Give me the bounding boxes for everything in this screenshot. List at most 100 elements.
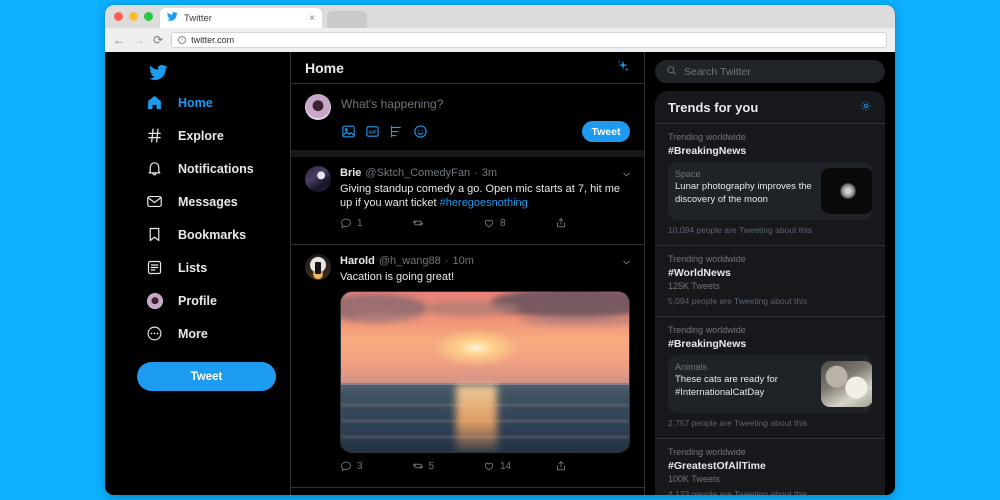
sidebar-item-notifications[interactable]: Notifications [145, 152, 290, 185]
trend-hashtag[interactable]: #BreakingNews [668, 337, 872, 351]
trend-card[interactable]: Space Lunar photography improves the dis… [668, 162, 872, 220]
right-sidebar: Search Twitter Trends for you Trending w… [645, 52, 895, 495]
gear-icon[interactable] [860, 100, 872, 115]
trend-card-category: Animals [675, 362, 708, 372]
new-tab-button[interactable] [327, 11, 367, 28]
tweet-author-handle[interactable]: @Sktch_ComedyFan [365, 166, 470, 180]
sidebar-item-label: Messages [178, 194, 238, 209]
close-window-button[interactable] [114, 12, 123, 21]
list-item[interactable]: Trending worldwide #BreakingNews Animals… [655, 316, 885, 438]
browser-tab[interactable]: Twitter × [160, 8, 322, 28]
reload-button[interactable]: ⟳ [153, 34, 163, 46]
trend-hashtag[interactable]: #WorldNews [668, 266, 872, 280]
like-action[interactable]: 8 [483, 217, 555, 229]
trends-panel: Trends for you Trending worldwide #Break… [655, 91, 885, 495]
trend-tweet-volume: 125K Tweets [668, 281, 720, 291]
page-title: Home [305, 59, 344, 76]
tweet-image[interactable] [340, 291, 630, 453]
tweet-author-name[interactable]: Harold [340, 254, 375, 268]
like-count: 8 [500, 217, 506, 229]
tweet-text: Vacation is going great! [340, 271, 455, 283]
trend-card-thumbnail[interactable] [821, 168, 872, 214]
composer-input[interactable]: What's happening? [341, 94, 630, 111]
sidebar-item-more[interactable]: More [145, 317, 290, 350]
sidebar-item-messages[interactable]: Messages [145, 185, 290, 218]
hashtag-link[interactable]: #heregoesnothing [440, 197, 528, 209]
twitter-bird-icon [167, 11, 178, 25]
trend-count: 10,094 people are Tweeting about this [668, 225, 812, 235]
back-button[interactable]: ← [113, 34, 125, 46]
more-ellipsis-icon [145, 324, 164, 343]
retweet-action[interactable]: 5 [412, 460, 484, 472]
table-row[interactable]: Brie @Sktch_ComedyFan · 3m Giving standu… [291, 157, 644, 245]
window-controls[interactable] [105, 12, 153, 21]
close-tab-button[interactable]: × [309, 13, 315, 24]
sky-region [341, 292, 629, 385]
sun-reflection [456, 384, 497, 452]
reply-action[interactable]: 1 [340, 217, 412, 229]
list-item[interactable]: Trending worldwide #GreatestOfAllTime 10… [655, 438, 885, 495]
chevron-down-icon[interactable] [621, 169, 632, 183]
composer-toolbar: GIF Tweet [341, 121, 630, 142]
avatar[interactable] [305, 254, 331, 280]
sidebar-tweet-button[interactable]: Tweet [137, 362, 276, 391]
trend-hashtag[interactable]: #GreatestOfAllTime [668, 459, 872, 473]
composer-icon-group: GIF [341, 124, 428, 139]
hashtag-icon [145, 126, 164, 145]
tweet-composer[interactable]: What's happening? GIF Tweet [291, 84, 644, 157]
home-icon [145, 93, 164, 112]
reply-action[interactable]: 3 [340, 460, 412, 472]
trend-card[interactable]: Animals These cats are ready for #Intern… [668, 355, 872, 413]
sidebar-item-explore[interactable]: Explore [145, 119, 290, 152]
composer-tweet-button[interactable]: Tweet [582, 121, 630, 142]
gif-icon[interactable]: GIF [365, 124, 380, 139]
sidebar-item-label: Profile [178, 293, 217, 308]
list-item[interactable]: Trending worldwide #BreakingNews Space L… [655, 123, 885, 245]
cloud-shape [352, 314, 428, 322]
trend-card-category: Space [675, 169, 701, 179]
list-item[interactable]: Trending worldwide #WorldNews 125K Tweet… [655, 245, 885, 316]
url-input[interactable]: i twitter.com [171, 32, 887, 48]
chevron-down-icon[interactable] [621, 257, 632, 271]
tweet-header: Harold @h_wang88 · 10m [340, 254, 630, 268]
tweet-timestamp[interactable]: 10m [452, 254, 473, 268]
search-placeholder: Search Twitter [684, 65, 751, 78]
avatar[interactable] [305, 94, 331, 120]
twitter-logo-icon[interactable] [145, 58, 290, 86]
like-action[interactable]: 14 [483, 460, 555, 472]
reply-count: 3 [357, 460, 363, 472]
retweet-action[interactable] [412, 217, 484, 229]
sidebar-item-bookmarks[interactable]: Bookmarks [145, 218, 290, 251]
share-action[interactable] [555, 460, 627, 472]
search-input[interactable]: Search Twitter [655, 60, 885, 83]
svg-text:GIF: GIF [369, 129, 377, 134]
sidebar-item-label: Notifications [178, 161, 254, 176]
url-text: twitter.com [191, 35, 235, 45]
left-sidebar: Home Explore Notifications Messages Book… [105, 52, 290, 495]
trend-hashtag[interactable]: #BreakingNews [668, 144, 872, 158]
poll-icon[interactable] [389, 124, 404, 139]
sparkles-icon[interactable] [616, 59, 630, 76]
site-info-icon[interactable]: i [178, 36, 187, 44]
avatar[interactable] [305, 166, 331, 192]
forward-button[interactable]: → [133, 34, 145, 46]
tweet-timestamp[interactable]: 3m [482, 166, 497, 180]
image-icon[interactable] [341, 124, 356, 139]
sidebar-item-profile[interactable]: Profile [145, 284, 290, 317]
table-row[interactable]: andrea 🌸 @andy_landerson · 3m How many l… [291, 488, 644, 495]
browser-titlebar: Twitter × [105, 5, 895, 28]
tab-title: Twitter [184, 12, 212, 24]
share-action[interactable] [555, 217, 627, 229]
trend-card-thumbnail[interactable] [821, 361, 872, 407]
sidebar-item-label: Home [178, 95, 213, 110]
search-icon [666, 65, 677, 79]
table-row[interactable]: Harold @h_wang88 · 10m Vacation is going… [291, 245, 644, 488]
sidebar-item-home[interactable]: Home [145, 86, 290, 119]
maximize-window-button[interactable] [144, 12, 153, 21]
home-header: Home [291, 52, 644, 84]
sidebar-item-lists[interactable]: Lists [145, 251, 290, 284]
tweet-author-handle[interactable]: @h_wang88 [379, 254, 441, 268]
minimize-window-button[interactable] [129, 12, 138, 21]
emoji-icon[interactable] [413, 124, 428, 139]
tweet-author-name[interactable]: Brie [340, 166, 361, 180]
